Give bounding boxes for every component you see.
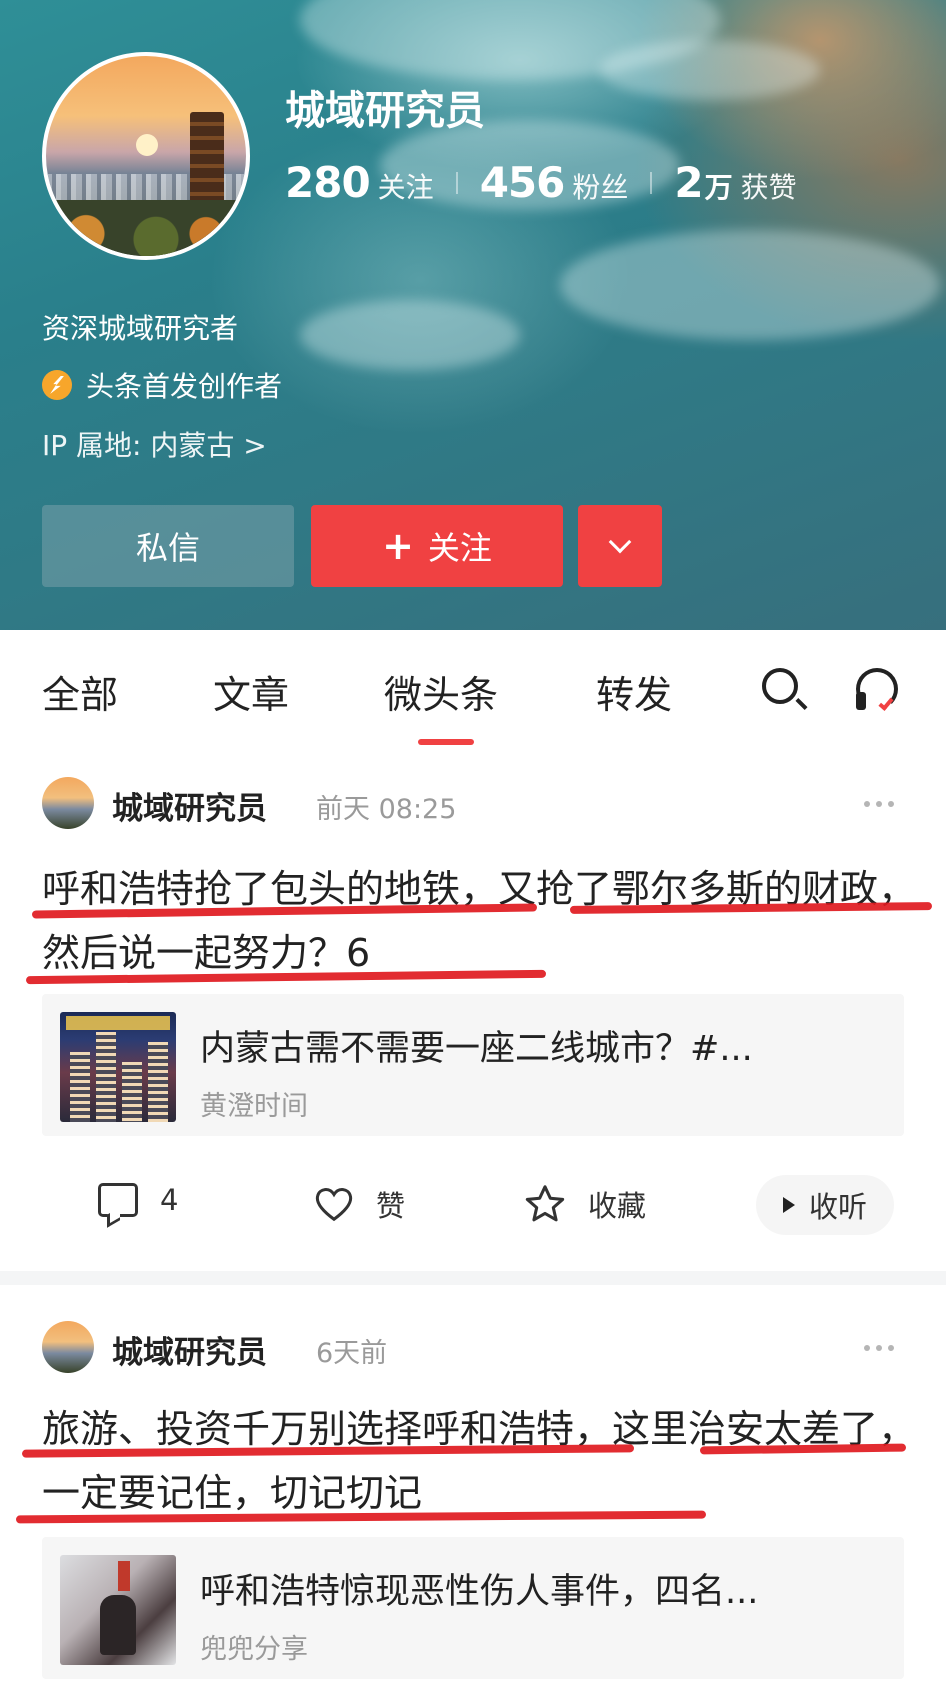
post-author-avatar[interactable] (42, 1321, 94, 1373)
more-options-icon[interactable] (864, 1345, 894, 1351)
post-item[interactable]: 城域研究员 前天 08:25 呼和浩特抢了包头的地铁，又抢了鄂尔多斯的财政，然后… (0, 747, 946, 1271)
favorite-button[interactable]: 收藏 (524, 1183, 646, 1225)
stat-followers-label: 粉丝 (572, 171, 629, 204)
tab-micro-posts[interactable]: 微头条 (384, 664, 498, 719)
like-button[interactable]: 赞 (314, 1183, 405, 1225)
post-timestamp: 前天 08:25 (316, 794, 457, 825)
post-author-name[interactable]: 城域研究员 (112, 783, 267, 828)
stat-likes-unit: 万 (704, 171, 733, 204)
post-divider (0, 1271, 946, 1285)
lightning-badge-icon (42, 370, 72, 400)
listen-label: 收听 (808, 1190, 867, 1224)
chevron-down-icon (608, 530, 632, 554)
profile-bio: 资深城域研究者 (42, 312, 239, 345)
post-timestamp: 6天前 (316, 1338, 388, 1369)
comment-button[interactable]: 4 (98, 1183, 178, 1217)
tab-all[interactable]: 全部 (42, 664, 118, 719)
comment-icon (98, 1183, 138, 1217)
tab-reposts[interactable]: 转发 (596, 664, 672, 719)
article-source: 兜兜分享 (200, 1634, 308, 1665)
stat-likes-count: 2 (674, 158, 703, 207)
active-tab-indicator (418, 739, 474, 745)
profile-name: 城域研究员 (285, 88, 485, 134)
post-author-avatar[interactable] (42, 777, 94, 829)
comment-count: 4 (160, 1183, 179, 1217)
tab-articles[interactable]: 文章 (213, 664, 289, 719)
search-icon (762, 668, 798, 704)
stat-likes[interactable]: 2 万 获赞 (674, 158, 796, 207)
more-options-icon[interactable] (864, 801, 894, 807)
article-thumbnail (60, 1012, 176, 1122)
star-icon (524, 1184, 566, 1224)
follow-dropdown-button[interactable] (578, 505, 662, 587)
post-text[interactable]: 呼和浩特抢了包头的地铁，又抢了鄂尔多斯的财政，然后说一起努力？6 (42, 857, 922, 985)
creator-badge-label: 头条首发创作者 (86, 370, 283, 403)
shared-article-card[interactable]: 内蒙古需不需要一座二线城市？#... 黄澄时间 (42, 994, 904, 1136)
post-text[interactable]: 旅游、投资千万别选择呼和浩特，这里治安太差了，一定要记住，切记切记 (42, 1397, 922, 1525)
post-actions: 4 赞 收藏 收听 (0, 1165, 946, 1245)
like-label: 赞 (376, 1189, 406, 1223)
profile-header: 城域研究员 280 关注 456 粉丝 2 万 获赞 资深城域研究者 头条首发创… (0, 0, 946, 630)
stat-divider (650, 171, 653, 194)
profile-avatar[interactable] (42, 52, 250, 260)
favorite-label: 收藏 (588, 1189, 647, 1223)
profile-stats: 280 关注 456 粉丝 2 万 获赞 (285, 158, 797, 207)
avatar-sun (136, 134, 158, 156)
article-title: 呼和浩特惊现恶性伤人事件，四名... (200, 1572, 759, 1612)
follow-button[interactable]: + 关注 (311, 505, 563, 587)
follow-button-label: 关注 (427, 529, 492, 567)
plus-icon: + (382, 524, 414, 568)
message-button[interactable]: 私信 (42, 505, 294, 587)
listen-button[interactable]: 收听 (756, 1175, 894, 1235)
heart-icon (314, 1186, 354, 1222)
post-author-name[interactable]: 城域研究员 (112, 1327, 267, 1372)
ip-location[interactable]: IP 属地: 内蒙古 > (42, 424, 267, 464)
stat-following-count: 280 (285, 158, 371, 207)
article-thumbnail (60, 1555, 176, 1665)
play-icon (782, 1197, 795, 1213)
stat-divider (455, 171, 458, 194)
stat-likes-label: 获赞 (740, 171, 797, 204)
message-button-label: 私信 (135, 529, 200, 567)
stat-following[interactable]: 280 关注 (285, 158, 434, 207)
stat-following-label: 关注 (377, 171, 434, 204)
post-item[interactable]: 城域研究员 6天前 旅游、投资千万别选择呼和浩特，这里治安太差了，一定要记住，切… (0, 1285, 946, 1708)
stat-followers-count: 456 (479, 158, 566, 207)
headphones-icon (856, 668, 898, 712)
search-button[interactable] (762, 668, 798, 704)
creator-badge-row[interactable]: 头条首发创作者 (42, 365, 282, 405)
listen-mode-button[interactable] (856, 668, 898, 712)
content-tabs: 全部 文章 微头条 转发 (0, 630, 946, 747)
stat-followers[interactable]: 456 粉丝 (480, 158, 629, 207)
article-source: 黄澄时间 (200, 1091, 308, 1122)
avatar-trees (46, 200, 246, 256)
shared-article-card[interactable]: 呼和浩特惊现恶性伤人事件，四名... 兜兜分享 (42, 1537, 904, 1679)
article-title: 内蒙古需不需要一座二线城市？#... (200, 1029, 753, 1069)
